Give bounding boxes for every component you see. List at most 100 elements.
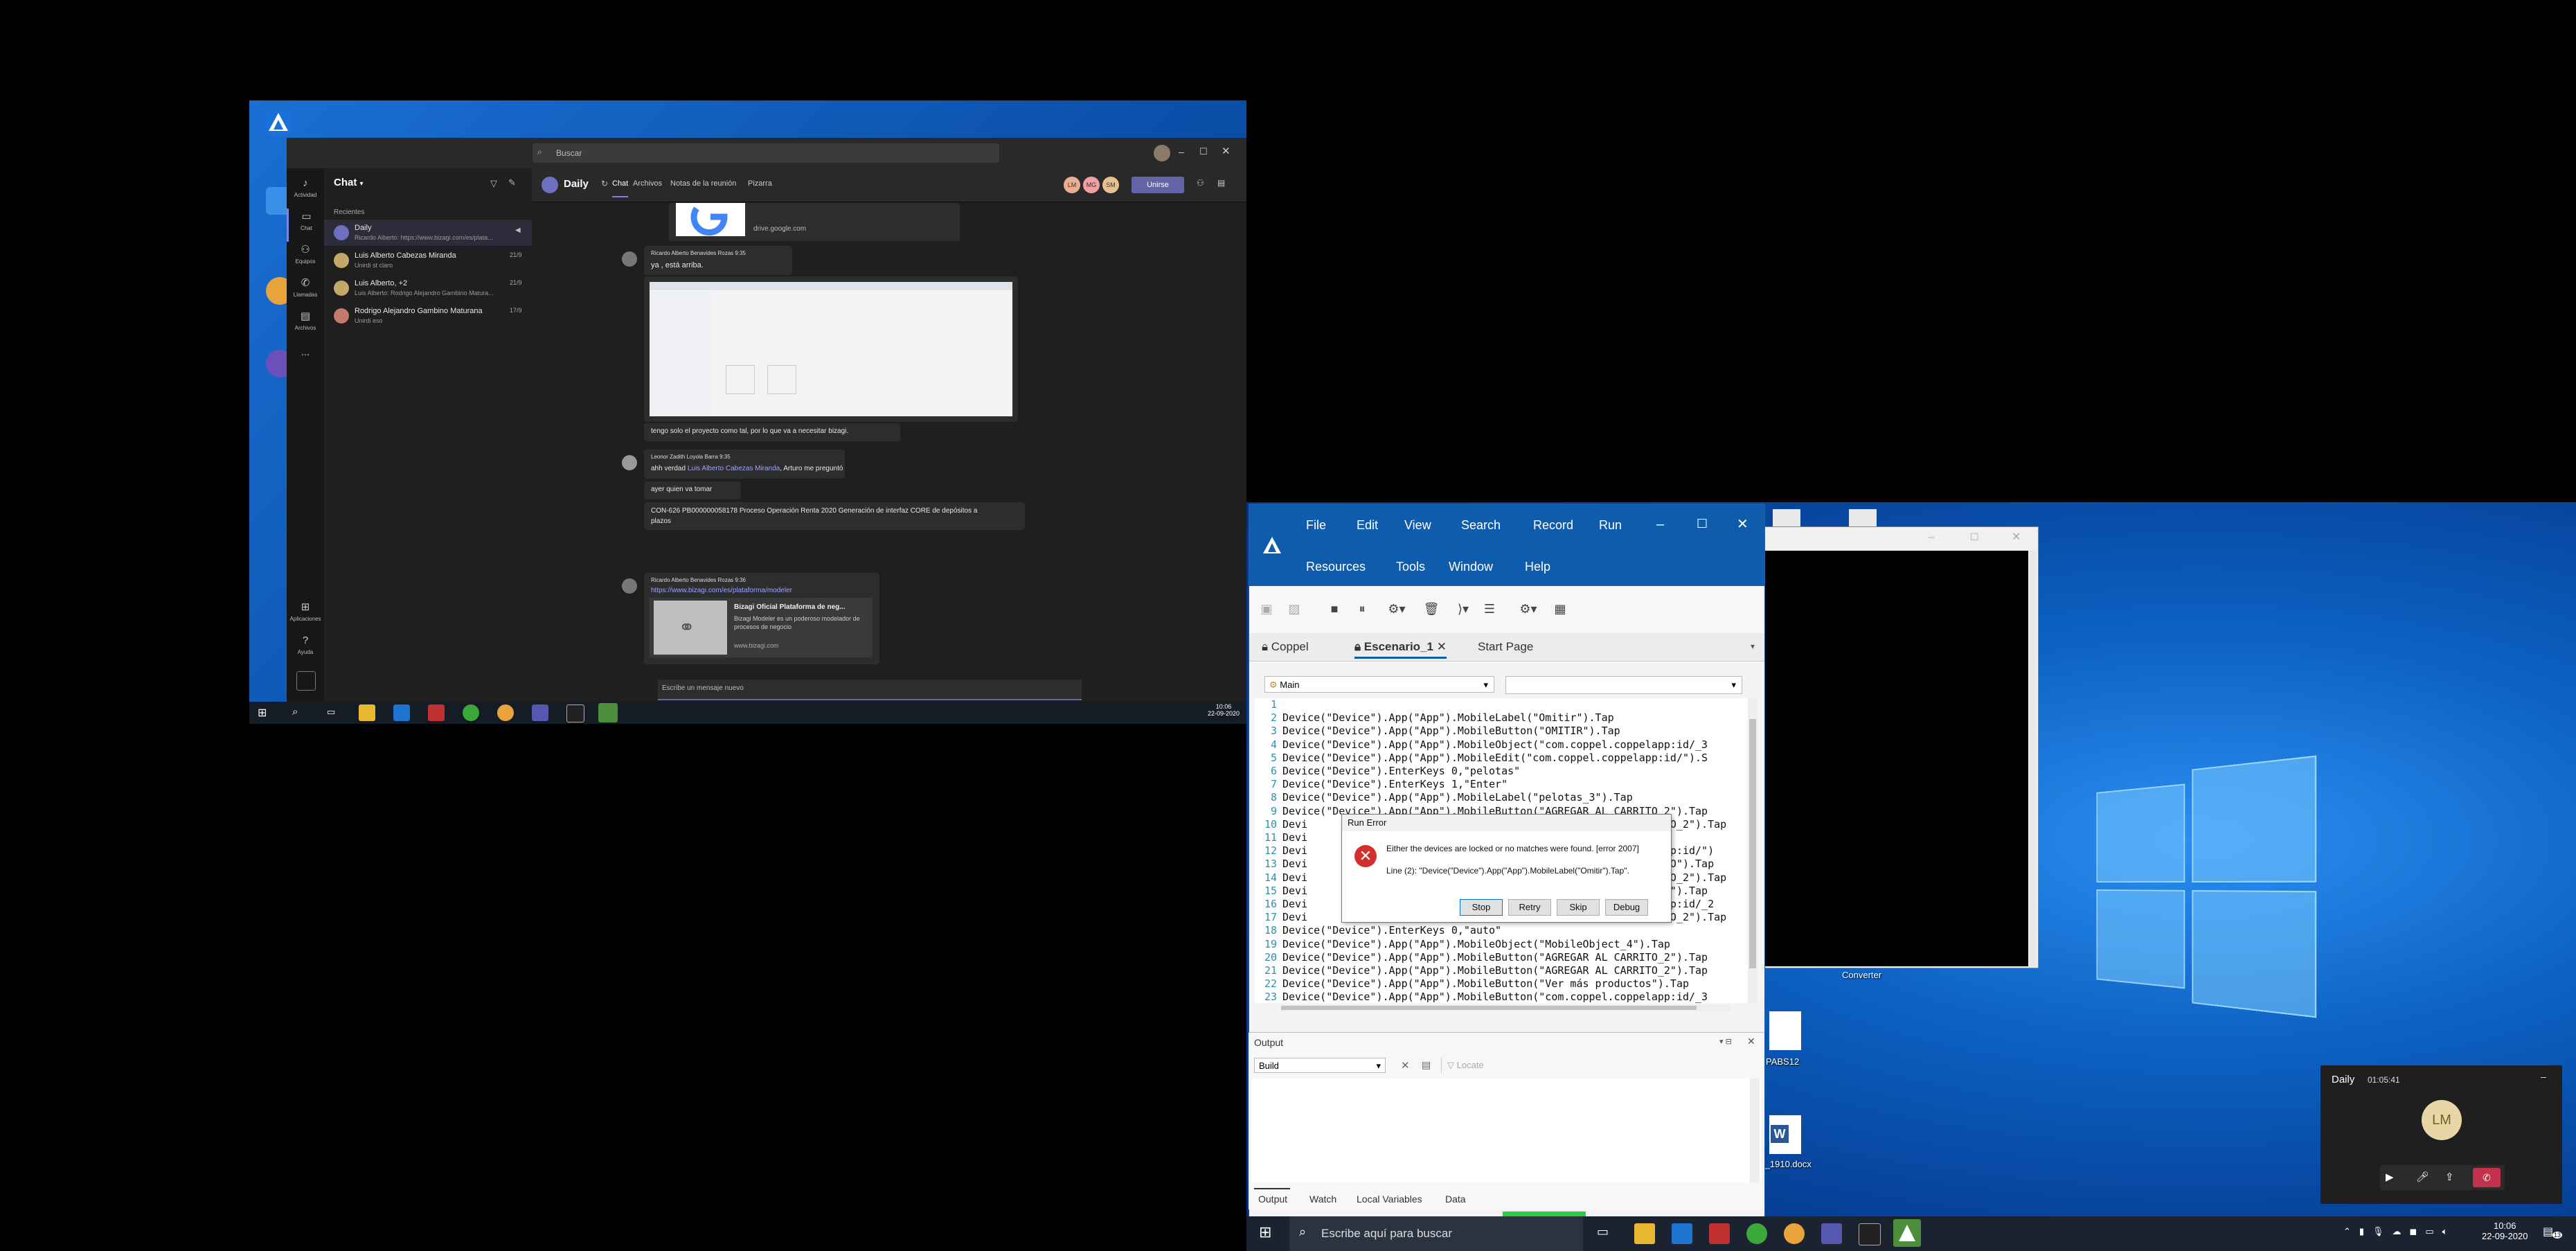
hang-up-button[interactable]: ✆ xyxy=(2473,1168,2501,1187)
desktop-file-icon[interactable] xyxy=(1769,1011,1801,1050)
scrollbar-thumb[interactable] xyxy=(1749,719,1756,968)
participant-avatar[interactable]: MG xyxy=(1083,177,1100,193)
maximize-icon[interactable]: ☐ xyxy=(1199,146,1208,157)
scope-select[interactable]: ⚙ Main ▾ xyxy=(1264,676,1494,693)
tab-overflow-icon[interactable]: ▾ xyxy=(1751,641,1755,651)
active-app-icon[interactable] xyxy=(1893,1219,1921,1247)
clear-output-icon[interactable]: ✕ xyxy=(1401,1059,1410,1072)
clock[interactable]: 10:06 22-09-2020 xyxy=(2482,1221,2528,1241)
stop-button[interactable]: Stop xyxy=(1460,899,1503,916)
task-view-icon[interactable]: ▭ xyxy=(327,707,335,718)
horizontal-scrollbar[interactable] xyxy=(1281,1004,1731,1011)
rail-teams[interactable]: ⚇ Equipos xyxy=(287,242,324,275)
app-icon[interactable] xyxy=(463,704,479,721)
more-options-icon[interactable]: ▤ xyxy=(1217,178,1225,188)
pause-icon[interactable]: ⏸ xyxy=(1353,600,1371,618)
rail-chat[interactable]: ▭ Chat xyxy=(287,208,324,242)
task-view-icon[interactable]: ▭ xyxy=(1597,1225,1609,1239)
word-document-icon[interactable]: W xyxy=(1769,1115,1801,1154)
close-panel-icon[interactable]: ✕ xyxy=(1747,1036,1755,1047)
save-all-icon[interactable]: ▨ xyxy=(1285,600,1303,618)
menu-window[interactable]: Window xyxy=(1449,560,1493,574)
tab-local-variables[interactable]: Local Variables xyxy=(1357,1194,1422,1205)
mail-icon[interactable] xyxy=(393,704,410,721)
minimize-icon[interactable]: – xyxy=(1656,517,1664,533)
minimize-icon[interactable]: – xyxy=(1179,146,1184,157)
microphone-icon[interactable]: 🎤︎ xyxy=(2416,1171,2429,1183)
desktop-icon-label[interactable]: S_1910.docx xyxy=(1759,1159,1812,1169)
menu-view[interactable]: View xyxy=(1404,518,1431,533)
chat-item-daily[interactable]: Daily Ricardo Alberto: https://www.bizag… xyxy=(324,220,532,246)
delete-icon[interactable]: 🗑 xyxy=(1422,600,1440,618)
windows-start-icon[interactable]: ⊞ xyxy=(258,706,267,720)
tab-watch[interactable]: Watch xyxy=(1309,1194,1336,1205)
teams-taskbar-icon[interactable] xyxy=(532,704,548,721)
menu-search[interactable]: Search xyxy=(1461,518,1501,533)
locate-button[interactable]: ▽ Locate xyxy=(1441,1058,1499,1073)
save-icon[interactable]: ▣ xyxy=(1258,600,1276,618)
debug-button[interactable]: Debug xyxy=(1605,899,1648,916)
desktop-icon-label[interactable]: PABS12 xyxy=(1766,1056,1799,1067)
new-chat-icon[interactable]: ✎ xyxy=(508,177,516,188)
code-line[interactable]: 19 Device("Device").App("App").MobileObje… xyxy=(1255,938,1670,951)
chat-item[interactable]: Luis Alberto Cabezas Miranda Unirdi st c… xyxy=(324,247,532,274)
system-tray-icons[interactable]: ⌃▮🎙︎☁◼▭🔈︎ xyxy=(2343,1226,2456,1237)
maximize-icon[interactable]: ☐ xyxy=(1970,531,1979,543)
desktop-icon-label[interactable]: Converter xyxy=(1842,970,1881,980)
menu-edit[interactable]: Edit xyxy=(1357,518,1378,533)
message-link[interactable]: https://www.bizagi.com/es/plataforma/mod… xyxy=(651,587,792,594)
image-message[interactable] xyxy=(644,276,1018,422)
code-line[interactable]: 1 xyxy=(1255,698,1282,711)
code-line[interactable]: 23 Device("Device").App("App").MobileButt… xyxy=(1255,991,1708,1004)
chat-item[interactable]: Rodrigo Alejandro Gambino Maturana Unird… xyxy=(324,303,532,329)
maximize-icon[interactable]: ☐ xyxy=(1697,517,1708,531)
code-line[interactable]: 18 Device("Device").EnterKeys 0,"auto" xyxy=(1255,924,1501,937)
participants-icon[interactable]: ⚇ xyxy=(1197,178,1204,188)
tab-escenario[interactable]: 🔒︎ Escenario_1 ✕ xyxy=(1354,640,1447,659)
desktop-app-icon[interactable] xyxy=(265,109,292,136)
output-text-area[interactable] xyxy=(1251,1079,1761,1182)
list-icon[interactable]: ☰ xyxy=(1481,600,1499,618)
app-icon[interactable] xyxy=(1746,1223,1767,1244)
chat-list-title[interactable]: Chat ▾ xyxy=(334,177,364,188)
file-explorer-icon[interactable] xyxy=(1634,1223,1655,1244)
mention[interactable]: Luis Alberto Cabezas Miranda xyxy=(688,465,780,472)
windows-start-icon[interactable]: ⊞ xyxy=(1259,1223,1271,1241)
search-icon[interactable]: ⌕ xyxy=(292,706,298,718)
rail-calls[interactable]: ✆ Llamadas xyxy=(287,275,324,308)
tab-chat[interactable]: Chat xyxy=(612,179,629,197)
mobile-icon[interactable] xyxy=(296,671,316,691)
code-line[interactable]: 2 Device("Device").App("App").MobileLabel… xyxy=(1255,711,1614,725)
chat-item[interactable]: Luis Alberto, +2 Luis Alberto: Rodrigo A… xyxy=(324,275,532,301)
terminal-icon[interactable] xyxy=(1859,1223,1881,1245)
profile-avatar[interactable] xyxy=(1154,145,1170,161)
rail-help[interactable]: ? Ayuda xyxy=(287,632,324,666)
compose-box[interactable]: Escribe un mensaje nuevo xyxy=(658,680,1082,700)
menu-record[interactable]: Record xyxy=(1533,518,1573,533)
link-preview-card[interactable]: ⚭ Bizagi Oficial Plataforma de neg... Bi… xyxy=(650,598,873,657)
tab-data[interactable]: Data xyxy=(1445,1194,1466,1205)
retry-button[interactable]: Retry xyxy=(1508,899,1551,916)
app-icon[interactable] xyxy=(1709,1223,1730,1244)
tab-whiteboard[interactable]: Pizarra xyxy=(748,179,772,188)
close-icon[interactable]: ✕ xyxy=(1222,145,1231,157)
menu-help[interactable]: Help xyxy=(1525,560,1550,574)
code-line[interactable]: 22 Device("Device").App("App").MobileButt… xyxy=(1255,977,1689,991)
output-source-select[interactable]: Build ▾ xyxy=(1254,1058,1386,1073)
code-line[interactable]: 20 Device("Device").App("App").MobileButt… xyxy=(1255,951,1708,964)
step-icon[interactable]: ⟩▾ xyxy=(1454,600,1472,618)
code-line[interactable]: 3 Device("Device").App("App").MobileButto… xyxy=(1255,725,1620,738)
output-scrollbar[interactable] xyxy=(1750,1079,1760,1182)
close-tab-icon[interactable]: ✕ xyxy=(1437,640,1447,653)
close-icon[interactable]: ✕ xyxy=(1737,515,1748,533)
window-icon[interactable]: ▦ xyxy=(1551,600,1569,618)
chrome-icon[interactable] xyxy=(1784,1223,1805,1244)
participant-avatar[interactable]: LM xyxy=(1064,177,1080,193)
minimize-button[interactable]: – xyxy=(2541,1071,2546,1082)
chrome-icon[interactable] xyxy=(497,704,514,721)
file-explorer-icon[interactable] xyxy=(359,704,375,721)
notification-center-icon[interactable]: ▤ 13 xyxy=(2543,1225,2563,1243)
menu-tools[interactable]: Tools xyxy=(1396,560,1425,574)
tab-files[interactable]: Archivos xyxy=(633,179,662,188)
code-line[interactable]: 4 Device("Device").App("App").MobileObjec… xyxy=(1255,738,1708,752)
